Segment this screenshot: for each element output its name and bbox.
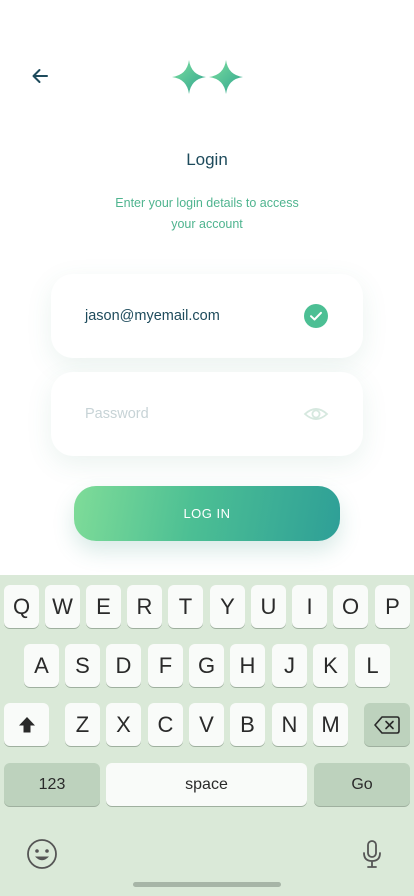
- key-g[interactable]: G: [189, 644, 224, 687]
- shift-icon: [18, 716, 35, 732]
- key-v[interactable]: V: [189, 703, 224, 746]
- back-button[interactable]: [26, 62, 54, 90]
- check-circle-icon: [303, 303, 329, 329]
- key-d[interactable]: D: [106, 644, 141, 687]
- key-w[interactable]: W: [45, 585, 80, 628]
- go-key[interactable]: Go: [314, 763, 410, 806]
- key-m[interactable]: M: [313, 703, 348, 746]
- key-p[interactable]: P: [375, 585, 410, 628]
- key-y[interactable]: Y: [210, 585, 245, 628]
- key-f[interactable]: F: [148, 644, 183, 687]
- numbers-key[interactable]: 123: [4, 763, 100, 806]
- key-b[interactable]: B: [230, 703, 265, 746]
- key-i[interactable]: I: [292, 585, 327, 628]
- arrow-left-icon: [32, 69, 48, 83]
- key-x[interactable]: X: [106, 703, 141, 746]
- backspace-icon: [374, 715, 400, 734]
- login-button[interactable]: LOG IN: [74, 486, 340, 541]
- email-value: jason@myemail.com: [85, 308, 220, 324]
- key-k[interactable]: K: [313, 644, 348, 687]
- sparkle-logo-icon: [172, 60, 243, 94]
- shift-key[interactable]: [4, 703, 49, 746]
- email-field[interactable]: jason@myemail.com: [51, 274, 363, 358]
- key-r[interactable]: R: [127, 585, 162, 628]
- key-c[interactable]: C: [148, 703, 183, 746]
- app-logo: [170, 58, 246, 96]
- key-h[interactable]: H: [230, 644, 265, 687]
- on-screen-keyboard: Q W E R T Y U I O P A S D F G H J K L Z …: [0, 575, 414, 896]
- space-key[interactable]: space: [106, 763, 307, 806]
- emoji-button[interactable]: [26, 838, 58, 870]
- microphone-button[interactable]: [356, 838, 388, 870]
- key-t[interactable]: T: [168, 585, 203, 628]
- page-title: Login: [186, 150, 228, 169]
- key-a[interactable]: A: [24, 644, 59, 687]
- password-placeholder: Password: [85, 406, 149, 422]
- backspace-key[interactable]: [364, 703, 410, 746]
- key-e[interactable]: E: [86, 585, 121, 628]
- key-j[interactable]: J: [272, 644, 307, 687]
- key-z[interactable]: Z: [65, 703, 100, 746]
- key-s[interactable]: S: [65, 644, 100, 687]
- password-field[interactable]: Password: [51, 372, 363, 456]
- key-q[interactable]: Q: [4, 585, 39, 628]
- eye-icon[interactable]: [303, 401, 329, 427]
- emoji-icon: [27, 839, 57, 869]
- key-n[interactable]: N: [272, 703, 307, 746]
- page-subtitle: Enter your login details to access your …: [115, 196, 299, 231]
- key-o[interactable]: O: [333, 585, 368, 628]
- home-indicator[interactable]: [133, 882, 281, 887]
- microphone-icon: [363, 840, 381, 868]
- key-u[interactable]: U: [251, 585, 286, 628]
- key-l[interactable]: L: [355, 644, 390, 687]
